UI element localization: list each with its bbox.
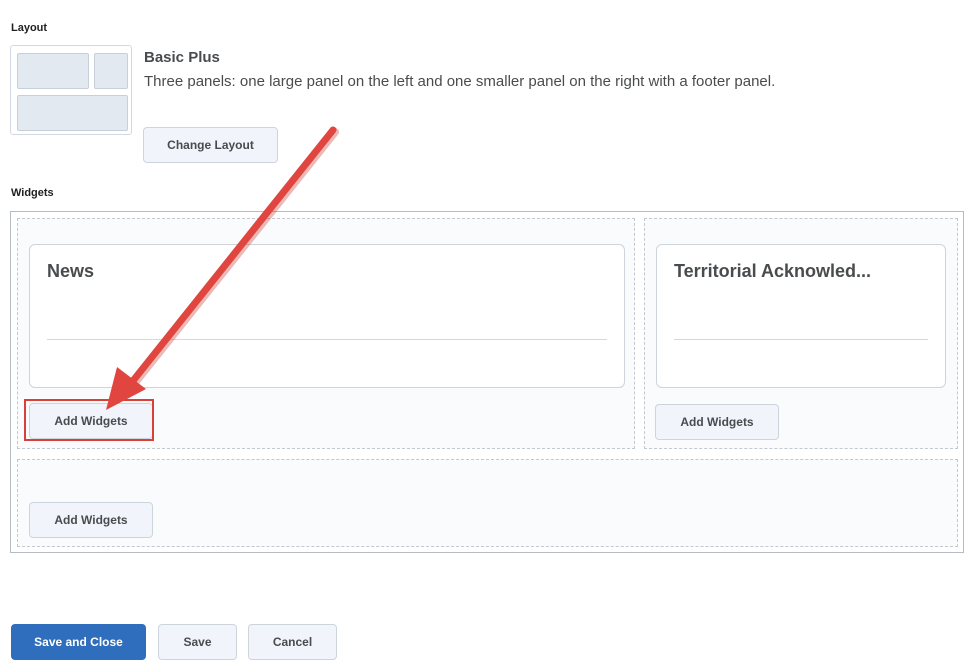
widgets-container: News Add Widgets Territorial Acknowled..… [10, 211, 964, 553]
thumbnail-footer-panel [17, 95, 128, 131]
news-widget-card[interactable]: News [29, 244, 625, 388]
right-panel-add-widgets-button[interactable]: Add Widgets [655, 404, 779, 440]
widget-divider [47, 339, 607, 340]
cancel-button[interactable]: Cancel [248, 624, 337, 660]
footer-panel-zone: Add Widgets [17, 459, 958, 547]
widget-divider [674, 339, 928, 340]
left-panel-zone: News Add Widgets [17, 218, 635, 449]
layout-name: Basic Plus [144, 49, 220, 66]
layout-section-label: Layout [11, 22, 48, 34]
territorial-widget-title: Territorial Acknowled... [674, 261, 872, 281]
layout-thumbnail [10, 45, 132, 135]
thumbnail-large-panel [17, 53, 89, 89]
save-and-close-button[interactable]: Save and Close [11, 624, 146, 660]
widgets-section-label: Widgets [11, 187, 54, 199]
news-widget-title: News [47, 261, 95, 281]
layout-description: Three panels: one large panel on the lef… [144, 73, 776, 90]
footer-panel-add-widgets-button[interactable]: Add Widgets [29, 502, 153, 538]
left-panel-add-widgets-button[interactable]: Add Widgets [29, 403, 153, 439]
right-panel-zone: Territorial Acknowled... Add Widgets [644, 218, 958, 449]
save-button[interactable]: Save [158, 624, 237, 660]
territorial-widget-card[interactable]: Territorial Acknowled... [656, 244, 946, 388]
thumbnail-small-panel [94, 53, 128, 89]
change-layout-button[interactable]: Change Layout [143, 127, 278, 163]
